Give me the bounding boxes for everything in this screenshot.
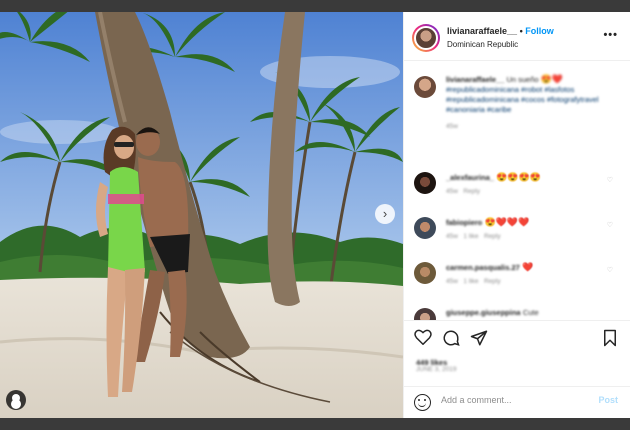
share-send-icon[interactable] xyxy=(470,329,488,347)
like-comment-icon[interactable]: ♡ xyxy=(607,221,613,229)
comment-username[interactable]: giuseppe.giuseppina xyxy=(446,308,521,318)
post-header: livianaraffaele__ • Follow Dominican Rep… xyxy=(404,12,630,61)
follow-button[interactable]: Follow xyxy=(525,26,554,36)
comment-meta: 45w 1 like Reply xyxy=(446,278,501,285)
more-options-icon[interactable]: ••• xyxy=(603,29,618,41)
caption-age: 45w xyxy=(446,123,458,130)
comment-text: giuseppe.giuseppina Cute xyxy=(446,308,539,318)
comment-text: _alexfaurina_ 😍😍😍😍 xyxy=(446,172,541,183)
post-actions-bar: 449 likes xyxy=(404,320,630,367)
post-photo[interactable]: › xyxy=(0,12,403,418)
reply-button[interactable]: Reply xyxy=(484,233,501,240)
comment-avatar[interactable] xyxy=(414,308,436,320)
comment-input[interactable]: Add a comment... xyxy=(441,395,512,405)
reply-button[interactable]: Reply xyxy=(484,278,501,285)
location-link[interactable]: Dominican Republic xyxy=(447,40,518,49)
emoji-picker-icon[interactable] xyxy=(414,394,431,411)
comment-bubble-icon[interactable] xyxy=(442,329,460,347)
comment-username[interactable]: carmen.pasqualis.27 xyxy=(446,263,520,273)
reply-button[interactable]: Reply xyxy=(463,188,480,195)
post-date: JUNE 3, 2019 xyxy=(416,366,457,373)
post-username-line: livianaraffaele__ • Follow xyxy=(447,26,554,36)
beach-photo-illustration xyxy=(0,12,403,418)
like-heart-icon[interactable] xyxy=(414,329,432,345)
like-comment-icon[interactable]: ♡ xyxy=(607,266,613,274)
comment-likes[interactable]: 1 like xyxy=(463,278,478,285)
comment-text: carmen.pasqualis.27 ❤️ xyxy=(446,262,533,273)
comment-username[interactable]: fabiopiero xyxy=(446,218,482,228)
comment-item: _alexfaurina_ 😍😍😍😍 45w Reply ♡ xyxy=(414,170,619,200)
next-photo-button[interactable]: › xyxy=(375,204,395,224)
comment-item: fabiopiero 😍❤️❤️❤️ 45w 1 like Reply ♡ xyxy=(414,215,619,245)
comment-item: carmen.pasqualis.27 ❤️ 45w 1 like Reply … xyxy=(414,260,619,290)
comment-meta: 45w Reply xyxy=(446,188,480,195)
caption-hashtags[interactable]: #republicadominicana #robot #lasfotos #r… xyxy=(446,85,616,115)
caption-text: Un sueño xyxy=(506,75,539,84)
post-details-panel: livianaraffaele__ • Follow Dominican Rep… xyxy=(403,12,630,418)
comment-text: fabiopiero 😍❤️❤️❤️ xyxy=(446,217,529,228)
post-comment-button[interactable]: Post xyxy=(598,395,618,405)
caption-line: livianaraffaele__ Un sueño 😍❤️ xyxy=(446,74,616,85)
comment-meta: 45w 1 like Reply xyxy=(446,233,501,240)
username-link[interactable]: livianaraffaele__ xyxy=(447,26,517,36)
comment-avatar[interactable] xyxy=(414,172,436,194)
comment-emojis: ❤️ xyxy=(522,262,534,272)
caption-emoji: 😍❤️ xyxy=(540,74,564,84)
caption-username[interactable]: livianaraffaele__ xyxy=(446,75,504,84)
comment-emojis: 😍😍😍😍 xyxy=(496,172,542,182)
profile-avatar[interactable] xyxy=(412,24,440,52)
save-bookmark-icon[interactable] xyxy=(602,329,618,347)
comment-item: giuseppe.giuseppina Cute xyxy=(414,306,619,320)
comment-age: 45w xyxy=(446,233,458,240)
comment-likes[interactable]: 1 like xyxy=(463,233,478,240)
add-comment-bar: Add a comment... Post xyxy=(404,386,630,418)
post-modal: › livianaraffaele__ • Follow Dominican R… xyxy=(0,12,630,418)
comment-avatar[interactable] xyxy=(414,217,436,239)
comment-age: 45w xyxy=(446,188,458,195)
comment-body: Cute xyxy=(522,308,539,317)
caption-avatar[interactable] xyxy=(414,76,436,98)
comment-emojis: 😍❤️❤️❤️ xyxy=(484,217,530,227)
comment-avatar[interactable] xyxy=(414,262,436,284)
comments-list[interactable]: livianaraffaele__ Un sueño 😍❤️ #republic… xyxy=(404,62,630,320)
like-comment-icon[interactable]: ♡ xyxy=(607,176,613,184)
tagged-users-button[interactable] xyxy=(6,390,26,410)
comment-username[interactable]: _alexfaurina_ xyxy=(446,173,494,183)
comment-age: 45w xyxy=(446,278,458,285)
